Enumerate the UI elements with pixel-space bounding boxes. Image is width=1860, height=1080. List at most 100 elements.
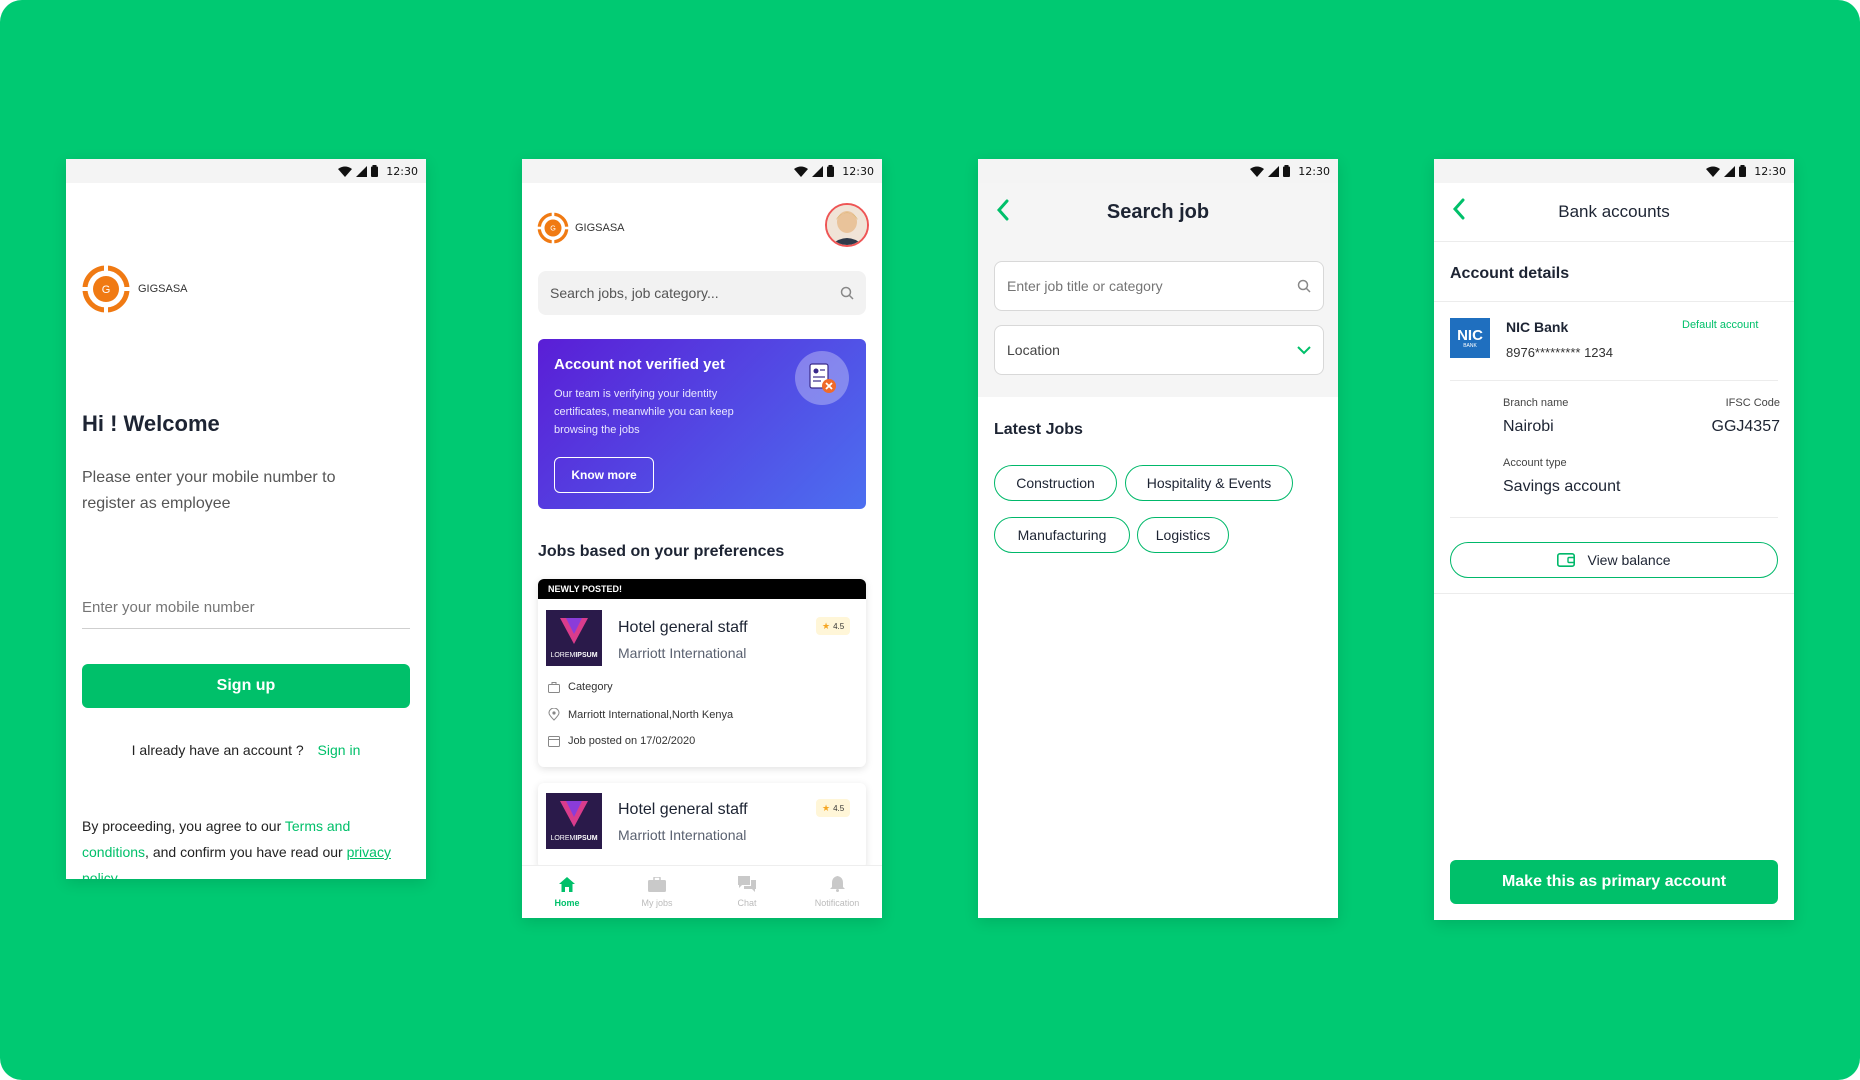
- job-location-row: Marriott International,North Kenya: [548, 708, 733, 721]
- avatar-person-icon: [827, 205, 867, 245]
- tag-hospitality-events[interactable]: Hospitality & Events: [1125, 465, 1293, 501]
- tag-manufacturing[interactable]: Manufacturing: [994, 517, 1130, 553]
- tag-logistics[interactable]: Logistics: [1137, 517, 1229, 553]
- rating-value: 4.5: [833, 621, 845, 631]
- page-title: Bank accounts: [1558, 202, 1670, 221]
- svg-text:G: G: [550, 224, 556, 233]
- job-posted-row: Job posted on 17/02/2020: [548, 735, 695, 747]
- job-search-input[interactable]: [1007, 278, 1267, 294]
- signal-icon: [1268, 165, 1280, 177]
- star-icon: ★: [822, 802, 831, 813]
- view-balance-button[interactable]: View balance: [1450, 542, 1778, 578]
- terms-prefix: By proceeding, you agree to our: [82, 818, 285, 834]
- nav-item-my-jobs[interactable]: My jobs: [612, 866, 702, 918]
- bank-logo-subtext: BANK: [1463, 342, 1477, 349]
- chevron-down-icon: [1297, 345, 1311, 354]
- status-time: 12:30: [1298, 164, 1330, 178]
- signin-link[interactable]: Sign in: [318, 742, 361, 758]
- brand-logo: G GIGSASA: [536, 211, 625, 245]
- brand-name: GIGSASA: [575, 222, 625, 234]
- bank-name: NIC Bank: [1506, 319, 1569, 335]
- account-number: 8976********* 1234: [1506, 345, 1613, 360]
- rating-badge: ★ 4.5: [816, 799, 851, 817]
- verification-banner: Account not verified yet Our team is ver…: [538, 339, 866, 509]
- nav-item-chat[interactable]: Chat: [702, 866, 792, 918]
- balance-divider: [1434, 593, 1794, 594]
- banner-title: Account not verified yet: [554, 356, 725, 373]
- nav-item-home[interactable]: Home: [522, 866, 612, 918]
- briefcase-icon: [648, 876, 666, 892]
- status-time: 12:30: [842, 164, 874, 178]
- location-select[interactable]: Location: [994, 325, 1324, 375]
- latest-jobs-title: Latest Jobs: [994, 421, 1083, 438]
- status-bar: 12:30: [522, 159, 882, 183]
- ifsc-value: GGJ4357: [1711, 418, 1780, 435]
- job-category-row: Category: [548, 681, 613, 693]
- id-card-badge: [795, 351, 849, 405]
- wifi-icon: [338, 166, 353, 177]
- job-category: Category: [568, 681, 613, 693]
- search-icon[interactable]: [840, 286, 854, 300]
- know-more-button[interactable]: Know more: [554, 457, 654, 493]
- account-type-label: Account type: [1503, 457, 1567, 469]
- branch-label: Branch name: [1503, 397, 1569, 409]
- avatar[interactable]: [825, 203, 869, 247]
- status-time: 12:30: [386, 164, 418, 178]
- company-logo-mark-icon: [560, 801, 588, 827]
- rating-badge: ★ 4.5: [816, 617, 851, 635]
- status-bar: 12:30: [978, 159, 1338, 183]
- calendar-icon: [548, 736, 560, 747]
- job-card[interactable]: NEWLY POSTED! LOREMIPSUM Hotel general s…: [538, 579, 866, 767]
- brand-name: GIGSASA: [138, 283, 188, 295]
- home-icon: [559, 876, 575, 892]
- default-account-label: Default account: [1682, 319, 1759, 331]
- bell-icon: [829, 876, 845, 892]
- mobile-field[interactable]: [82, 599, 410, 629]
- company-logo-mark-icon: [560, 618, 588, 644]
- id-card-rejected-icon: [809, 363, 836, 393]
- signup-button[interactable]: Sign up: [82, 664, 410, 708]
- job-posted-date: Job posted on 17/02/2020: [568, 735, 696, 747]
- chat-icon: [738, 876, 756, 892]
- welcome-subtext: Please enter your mobile number to regis…: [82, 469, 336, 512]
- make-primary-button[interactable]: Make this as primary account: [1450, 860, 1778, 904]
- screen-bank-accounts: 12:30 Bank accounts Account details NIC …: [1434, 159, 1794, 920]
- company-logo-text-bold: IPSUM: [575, 652, 598, 659]
- have-account-text: I already have an account ?: [131, 742, 304, 758]
- status-bar: 12:30: [1434, 159, 1794, 183]
- nav-label: Notification: [814, 898, 860, 908]
- job-company: Marriott International: [618, 827, 747, 843]
- view-balance-label: View balance: [1587, 552, 1671, 568]
- wifi-icon: [1250, 166, 1265, 177]
- search-icon[interactable]: [1297, 279, 1311, 293]
- bottom-nav: Home My jobs Chat Notification: [522, 865, 882, 918]
- location-placeholder: Location: [1007, 342, 1060, 358]
- terms-mid: , and confirm you have read our: [145, 844, 347, 860]
- wifi-icon: [794, 166, 809, 177]
- header-divider: [1434, 241, 1794, 242]
- battery-icon: [1283, 165, 1291, 177]
- job-card[interactable]: LOREMIPSUM Hotel general staff Marriott …: [538, 783, 866, 869]
- welcome-heading: Hi ! Welcome: [82, 411, 220, 436]
- tag-construction[interactable]: Construction: [994, 465, 1117, 501]
- company-logo: LOREMIPSUM: [546, 793, 602, 849]
- battery-icon: [371, 165, 379, 177]
- job-title: Hotel general staff: [618, 619, 748, 636]
- background-canvas: 12:30 G GIGSASA Hi ! Welcome Please ente…: [0, 0, 1860, 1080]
- nav-label: Chat: [737, 898, 757, 908]
- signal-icon: [812, 165, 824, 177]
- signal-icon: [356, 165, 368, 177]
- svg-text:G: G: [102, 284, 111, 296]
- nav-label: My jobs: [641, 897, 673, 908]
- company-logo-text: LOREM: [550, 835, 576, 842]
- job-search-field[interactable]: [994, 261, 1324, 311]
- nav-item-notification[interactable]: Notification: [792, 866, 882, 918]
- section-divider: [1434, 301, 1794, 302]
- account-details-title: Account details: [1450, 265, 1570, 282]
- banner-text: Our team is verifying your identity cert…: [554, 388, 734, 436]
- mobile-input[interactable]: [82, 599, 410, 616]
- battery-icon: [827, 165, 835, 177]
- details-divider: [1450, 517, 1778, 518]
- search-bar[interactable]: Search jobs, job category...: [538, 271, 866, 315]
- screen-welcome: 12:30 G GIGSASA Hi ! Welcome Please ente…: [66, 159, 426, 879]
